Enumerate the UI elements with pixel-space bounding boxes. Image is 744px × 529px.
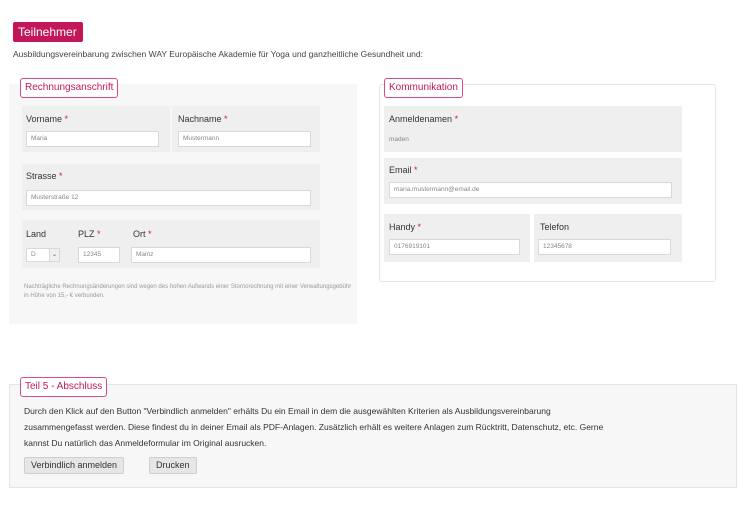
abschluss-legend: Teil 5 - Abschluss [20, 377, 108, 397]
handy-input[interactable]: 0176919101 [389, 239, 520, 255]
agreement-intro-text: Ausbildungsvereinbarung zwischen WAY Eur… [13, 49, 424, 59]
strasse-label: Strasse * [26, 171, 63, 181]
abschluss-text: Durch den Klick auf den Button "Verbindl… [24, 406, 604, 448]
chevron-down-icon: ⌄ [49, 249, 59, 261]
vorname-label: Vorname * [26, 114, 69, 124]
email-input[interactable]: maria.mustermann@email.de [389, 182, 672, 198]
billing-legend: Rechnungsanschrift [20, 78, 119, 98]
submit-registration-button[interactable]: Verbindlich anmelden [24, 457, 125, 474]
handy-label: Handy * [389, 222, 422, 232]
telefon-label: Telefon [540, 222, 570, 232]
telefon-input[interactable]: 12345678 [538, 239, 671, 255]
ort-label: Ort * [133, 229, 152, 239]
plz-input[interactable]: 12345 [78, 247, 120, 263]
nachname-label: Nachname * [178, 114, 228, 124]
billing-change-note: Nachträgliche Rechnungsänderungen sind w… [24, 284, 352, 299]
nachname-input[interactable]: Mustermann [178, 131, 311, 147]
plz-label: PLZ * [78, 229, 101, 239]
land-select[interactable]: D ⌄ [26, 248, 60, 262]
email-label: Email * [389, 165, 418, 175]
communication-legend: Kommunikation [384, 78, 463, 98]
strasse-input[interactable]: Musterstraße 12 [26, 190, 311, 206]
username-label: Anmeldenamen * [389, 114, 459, 124]
vorname-input[interactable]: Maria [26, 131, 159, 147]
section-badge-teilnehmer: Teilnehmer [13, 22, 83, 42]
username-value: maden [389, 136, 409, 143]
print-button[interactable]: Drucken [149, 457, 197, 474]
username-field-bg [384, 106, 682, 152]
ort-input[interactable]: Mainz [131, 247, 311, 263]
land-label: Land [26, 229, 47, 239]
